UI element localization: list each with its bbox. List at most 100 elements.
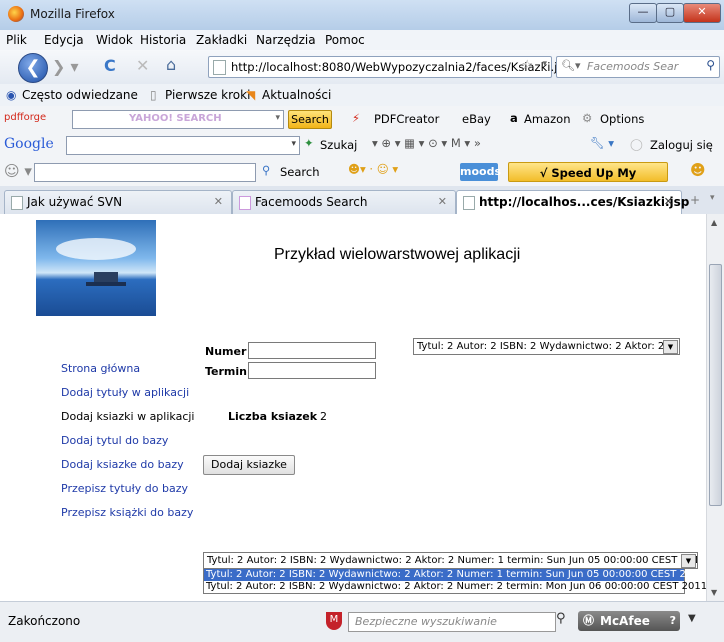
list-item[interactable]: Tytul: 2 Autor: 2 ISBN: 2 Wydawnictwo: 2… xyxy=(204,569,705,581)
smiley-icon[interactable]: ☻ xyxy=(690,161,706,179)
toolbar-tools-icons[interactable]: ▾ ⊕ ▾ ▦ ▾ ⊙ ▾ M ▾ » xyxy=(372,136,481,150)
scroll-up-icon[interactable]: ▲ xyxy=(711,218,717,227)
books-select-value: Tytul: 2 Autor: 2 ISBN: 2 Wydawnictwo: 2… xyxy=(207,555,698,566)
page-icon xyxy=(463,196,475,210)
stop-icon[interactable]: ✕ xyxy=(136,56,149,75)
menu-pomoc[interactable]: Pomoc xyxy=(325,33,365,47)
menu-narzedzia[interactable]: Narzędzia xyxy=(256,33,316,47)
emoticon-icons[interactable]: ☻▾ · ☺ ▾ xyxy=(348,162,398,176)
search-bar[interactable]: 🔍︎▾ Facemoods Sear ⚲ xyxy=(556,56,720,78)
firefox-icon xyxy=(8,6,24,22)
pdfcreator-button[interactable]: PDFCreator xyxy=(374,112,439,126)
facemoods-search-button[interactable]: Search xyxy=(280,165,320,179)
mcafee-shield-icon[interactable]: M xyxy=(326,612,342,630)
close-tab-icon[interactable]: ✕ xyxy=(214,195,223,208)
mcafee-button[interactable]: McAfee Ⓜ ? xyxy=(578,611,680,631)
list-item[interactable]: Tytul: 2 Autor: 2 ISBN: 2 Wydawnictwo: 2… xyxy=(204,581,707,593)
menu-plik[interactable]: Plik xyxy=(6,33,27,47)
book-count-label: Liczba ksiazek xyxy=(228,410,318,423)
sidebar-strona-glowna[interactable]: Strona główna xyxy=(61,362,140,375)
tab-ksiazki[interactable]: http://localhos...ces/Ksiazki.jsp ✕ xyxy=(456,190,689,214)
help-icon[interactable]: ? xyxy=(670,611,676,631)
status-text: Zakończono xyxy=(8,614,81,628)
dropdown-arrow-icon[interactable]: ▼ xyxy=(681,554,696,568)
tab-bar: Jak używać SVN ✕ Facemoods Search ✕ http… xyxy=(0,186,724,215)
menu-widok[interactable]: Widok xyxy=(96,33,133,47)
new-tab-icon[interactable]: + xyxy=(690,193,700,207)
mcafee-search-field[interactable]: Bezpieczne wyszukiwanie xyxy=(348,612,556,632)
yahoo-search-field[interactable]: YAHOO! SEARCH ▾ xyxy=(72,110,284,129)
title-select[interactable]: Tytul: 2 Autor: 2 ISBN: 2 Wydawnictwo: 2… xyxy=(413,338,680,355)
scrollbar-thumb[interactable] xyxy=(709,264,722,506)
wrench-icon[interactable]: 🔧︎ ▾ xyxy=(590,136,614,150)
options-button[interactable]: Options xyxy=(600,112,644,126)
tab-list-icon[interactable]: ▾ xyxy=(710,193,715,203)
tab-svn[interactable]: Jak używać SVN ✕ xyxy=(4,190,232,214)
close-tab-icon[interactable]: ✕ xyxy=(438,195,447,208)
vertical-scrollbar[interactable]: ▲ ▼ xyxy=(706,214,724,601)
yahoo-search-button[interactable]: Search xyxy=(288,110,332,129)
facemoods-logo-icon[interactable]: ☺ ▾ xyxy=(4,162,32,180)
sidebar-przepisz-tytuly[interactable]: Przepisz tytuły do bazy xyxy=(61,482,188,495)
dropdown-arrow-icon[interactable]: ▼ xyxy=(663,340,678,354)
tab-facemoods[interactable]: Facemoods Search ✕ xyxy=(232,190,456,214)
google-dropdown-icon[interactable]: ▾ xyxy=(291,139,296,149)
url-bar[interactable]: http://localhost:8080/WebWypozyczalnia2/… xyxy=(208,56,557,78)
rss-icon: ◥ xyxy=(246,88,256,102)
sidebar-dodaj-ksiazke-do-bazy[interactable]: Dodaj ksiazke do bazy xyxy=(61,458,184,471)
back-button[interactable]: ❮ xyxy=(18,53,48,83)
add-book-button[interactable]: Dodaj ksiazke xyxy=(203,455,295,475)
most-visited-icon: ◉ xyxy=(6,88,17,102)
amazon-button[interactable]: Amazon xyxy=(524,112,570,126)
bookmark-star-icon[interactable]: ☆ xyxy=(521,58,533,73)
search-icon[interactable]: ⚲ xyxy=(706,58,715,72)
scroll-down-icon[interactable]: ▼ xyxy=(711,588,717,597)
title-select-value: Tytul: 2 Autor: 2 ISBN: 2 Wydawnictwo: 2… xyxy=(417,341,665,352)
sidebar-dodaj-tytuly[interactable]: Dodaj tytuły w aplikacji xyxy=(61,386,189,399)
page-bookmark-icon: ▯ xyxy=(150,88,157,102)
zaloguj-button[interactable]: Zaloguj się xyxy=(650,138,713,152)
numer-input[interactable] xyxy=(248,342,376,359)
url-text[interactable]: http://localhost:8080/WebWypozyczalnia2/… xyxy=(231,60,557,74)
home-icon[interactable]: ⌂ xyxy=(166,55,176,74)
yahoo-dropdown-icon[interactable]: ▾ xyxy=(275,113,280,123)
books-select[interactable]: Tytul: 2 Autor: 2 ISBN: 2 Wydawnictwo: 2… xyxy=(203,552,698,569)
facemoods-favicon xyxy=(239,196,251,210)
sidebar-przepisz-ksiazki[interactable]: Przepisz książki do bazy xyxy=(61,506,193,519)
close-tab-icon[interactable]: ✕ xyxy=(664,195,673,208)
termin-input[interactable] xyxy=(248,362,376,379)
page-heading: Przykład wielowarstwowej aplikacji xyxy=(274,246,521,263)
close-window-button[interactable]: ✕ xyxy=(683,3,721,23)
pdfforge-logo[interactable]: pdfforge xyxy=(4,112,46,123)
banner-image xyxy=(36,220,156,316)
maximize-button[interactable]: ▢ xyxy=(656,3,684,23)
mcafee-dropdown-icon[interactable]: ▼ xyxy=(688,613,696,624)
search-engine-icon[interactable]: 🔍︎▾ xyxy=(561,59,581,72)
menu-edycja[interactable]: Edycja xyxy=(44,33,84,47)
minimize-button[interactable]: — xyxy=(629,3,657,23)
numer-label: Numer xyxy=(205,345,247,358)
google-search-icon: ✦ xyxy=(304,136,314,150)
bookmark-pierwsze-kroki[interactable]: Pierwsze kroki xyxy=(165,88,250,102)
menu-zakladki[interactable]: Zakładki xyxy=(196,33,247,47)
url-dropdown-icon[interactable]: ▾ xyxy=(542,59,547,69)
reload-icon[interactable]: C xyxy=(104,56,116,75)
window-title-bar: Mozilla Firefox — ▢ ✕ xyxy=(0,0,724,31)
bookmarks-toolbar: ◉ Często odwiedzane ▯ Pierwsze kroki ◥ A… xyxy=(0,84,724,107)
tab-label: Facemoods Search xyxy=(255,195,368,209)
speed-up-button[interactable]: √ Speed Up My Computer xyxy=(508,162,668,200)
page-icon xyxy=(11,196,23,210)
bookmark-czesto-odwiedzane[interactable]: Często odwiedzane xyxy=(22,88,138,102)
sidebar-dodaj-tytul-do-bazy[interactable]: Dodaj tytul do bazy xyxy=(61,434,168,447)
facemoods-search-field[interactable] xyxy=(34,163,256,182)
status-bar: Zakończono M Bezpieczne wyszukiwanie ⚲ M… xyxy=(0,601,724,642)
menu-historia[interactable]: Historia xyxy=(140,33,186,47)
google-szukaj-button[interactable]: Szukaj xyxy=(320,138,357,152)
page-content: Przykład wielowarstwowej aplikacji Stron… xyxy=(0,214,707,601)
moods-button[interactable]: moods xyxy=(460,163,501,181)
ebay-button[interactable]: eBay xyxy=(462,112,491,126)
bookmark-aktualnosci[interactable]: Aktualności xyxy=(262,88,331,102)
google-search-field[interactable]: ▾ xyxy=(66,136,300,155)
forward-icon[interactable]: ❯ ▾ xyxy=(52,57,79,76)
search-icon[interactable]: ⚲ xyxy=(556,611,566,626)
